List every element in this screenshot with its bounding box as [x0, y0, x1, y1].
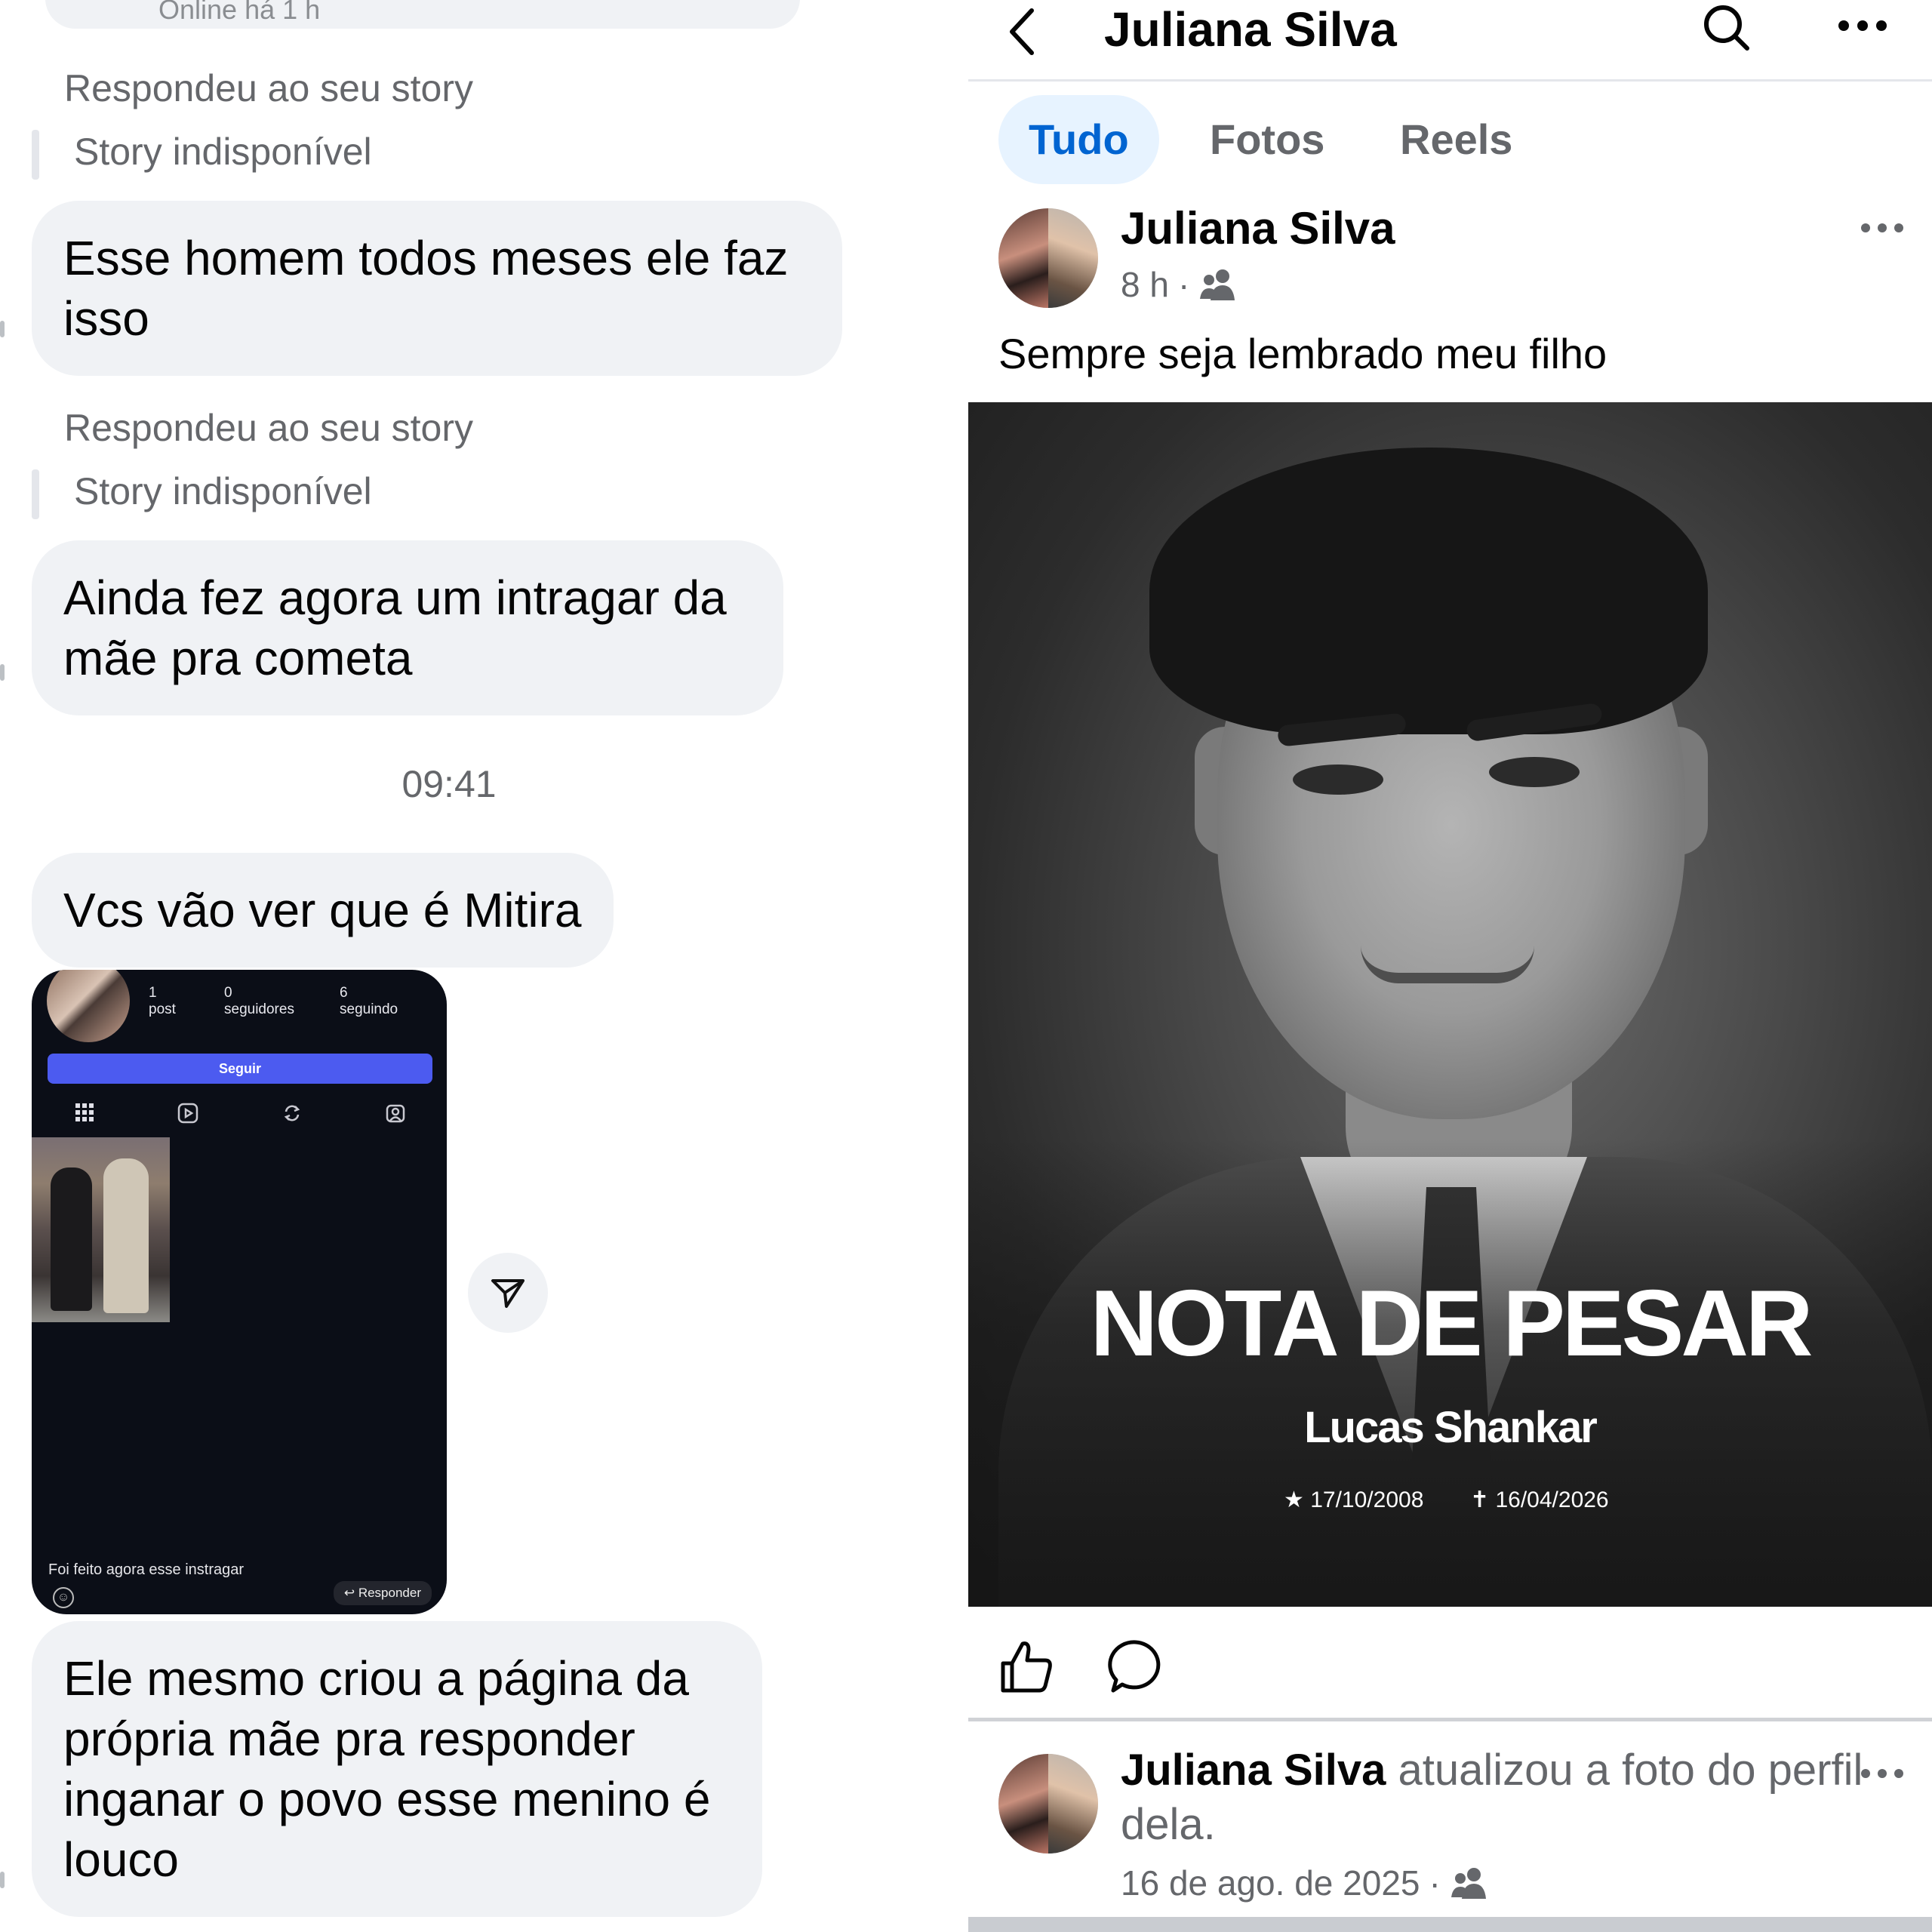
message-timestamp: 09:41 — [401, 763, 497, 805]
avatar[interactable] — [998, 1754, 1098, 1854]
previous-message-text: Online há 1 h — [158, 0, 321, 25]
profile-header: Juliana Silva — [968, 0, 1932, 82]
story-unavailable-text[interactable]: Story indisponível — [74, 469, 372, 513]
read-receipt — [0, 321, 5, 337]
avatar-photo-left — [998, 1754, 1048, 1854]
header-title: Juliana Silva — [1104, 2, 1397, 57]
message-bubble-4[interactable]: Ele mesmo criou a página da própria mãe … — [32, 1621, 762, 1917]
friends-icon — [1451, 1868, 1486, 1899]
chat-panel: Online há 1 h Respondeu ao seu story Sto… — [0, 0, 968, 1932]
reply-button-label: Responder — [358, 1586, 421, 1600]
activity-author[interactable]: Juliana Silva — [1121, 1746, 1386, 1795]
comment-icon[interactable] — [1107, 1638, 1164, 1695]
like-icon[interactable] — [998, 1638, 1056, 1695]
death-date: ✝ 16/04/2026 — [1470, 1487, 1609, 1512]
shared-screenshot[interactable]: 1 post 0 seguidores 6 seguindo Seguir Fo… — [32, 970, 447, 1614]
stat-value: 1 — [149, 985, 157, 1001]
post-meta: 8 h · — [1121, 264, 1238, 305]
birth-date: ★ 17/10/2008 — [1284, 1487, 1424, 1512]
post-more-icon[interactable] — [1859, 1766, 1906, 1781]
reply-button: ↩ Responder — [333, 1581, 432, 1605]
post-text: Sempre seja lembrado meu filho — [998, 330, 1607, 377]
reels-icon — [177, 1103, 199, 1125]
eye-shape — [1293, 764, 1383, 795]
tab-tudo[interactable]: Tudo — [998, 95, 1159, 184]
meta-separator: · — [1177, 265, 1190, 304]
more-icon[interactable] — [1836, 11, 1889, 41]
grid-icon — [73, 1103, 96, 1125]
follow-button: Seguir — [48, 1054, 432, 1084]
stat-value: 6 — [340, 985, 348, 1001]
repost-icon — [281, 1103, 303, 1125]
hair-shape — [1149, 448, 1708, 734]
previous-message-bubble: Online há 1 h — [45, 0, 800, 29]
stat-label: seguidores — [224, 1001, 294, 1017]
facebook-profile-panel: Juliana Silva Tudo Fotos Reels Juliana S… — [968, 0, 1932, 1932]
story-quote-bar — [32, 469, 39, 519]
post-time[interactable]: 8 h — [1121, 264, 1169, 305]
photo-person-2 — [103, 1158, 149, 1313]
story-unavailable-text[interactable]: Story indisponível — [74, 130, 372, 174]
emoji-icon: ☺ — [53, 1587, 74, 1608]
memorial-image[interactable]: NOTA DE PESAR Lucas Shankar ★ 17/10/2008… — [968, 402, 1932, 1607]
memorial-headline: NOTA DE PESAR — [1090, 1272, 1814, 1376]
tab-fotos[interactable]: Fotos — [1210, 95, 1324, 184]
story-reply-label: Respondeu ao seu story — [64, 67, 474, 109]
avatar-photo-right — [1048, 208, 1098, 308]
search-icon[interactable] — [1700, 2, 1753, 54]
post-more-icon[interactable] — [1859, 220, 1906, 235]
stat-followers: 0 seguidores — [224, 985, 294, 1018]
activity-date[interactable]: 16 de ago. de 2025 — [1121, 1863, 1420, 1903]
stat-posts: 1 post — [149, 985, 176, 1018]
profile-grid-photo — [32, 1137, 170, 1322]
story-reply-label: Respondeu ao seu story — [64, 407, 474, 449]
mouth-shape — [1361, 946, 1534, 983]
read-receipt — [0, 664, 5, 681]
back-icon[interactable] — [1001, 5, 1047, 59]
stat-label: post — [149, 1001, 176, 1017]
memorial-name: Lucas Shankar — [1304, 1403, 1598, 1452]
post-divider — [968, 1718, 1932, 1721]
message-bubble-2[interactable]: Ainda fez agora um intragar da mãe pra c… — [32, 540, 783, 715]
eye-shape — [1489, 757, 1580, 787]
post-author[interactable]: Juliana Silva — [1121, 202, 1395, 254]
read-receipt — [0, 1872, 5, 1888]
send-icon[interactable] — [468, 1253, 548, 1333]
message-bubble-1[interactable]: Esse homem todos meses ele faz isso — [32, 201, 842, 376]
photo-person-1 — [51, 1168, 92, 1311]
stat-label: seguindo — [340, 1001, 398, 1017]
section-separator — [968, 1917, 1932, 1932]
avatar-photo-right — [1048, 1754, 1098, 1854]
tab-reels[interactable]: Reels — [1400, 95, 1512, 184]
activity-meta: 16 de ago. de 2025 · — [1121, 1863, 1489, 1903]
screenshot-caption: Foi feito agora esse instragar — [48, 1561, 245, 1578]
activity-text: Juliana Silva atualizou a foto do perfil… — [1121, 1743, 1875, 1852]
stat-following: 6 seguindo — [340, 985, 398, 1018]
message-bubble-3[interactable]: Vcs vão ver que é Mitira — [32, 853, 614, 968]
avatar[interactable] — [998, 208, 1098, 308]
stat-value: 0 — [224, 985, 232, 1001]
friends-icon — [1200, 269, 1235, 300]
profile-avatar — [47, 970, 130, 1042]
avatar-photo-left — [998, 208, 1048, 308]
story-quote-bar — [32, 130, 39, 180]
meta-separator: · — [1429, 1863, 1441, 1903]
tagged-icon — [384, 1103, 407, 1125]
